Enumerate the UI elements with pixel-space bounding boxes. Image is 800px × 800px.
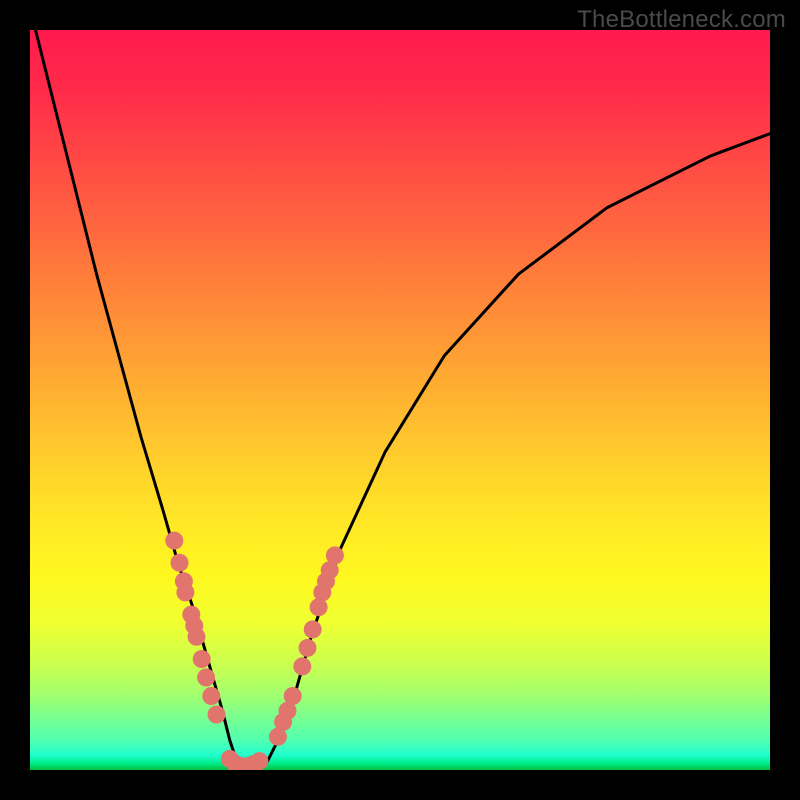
gpu-marker-group	[165, 532, 344, 770]
gpu-marker	[293, 657, 311, 675]
watermark-text: TheBottleneck.com	[577, 6, 786, 34]
gpu-marker	[326, 546, 344, 564]
chart-svg	[30, 30, 770, 770]
gpu-marker	[165, 532, 183, 550]
chart-frame: TheBottleneck.com	[0, 0, 800, 800]
gpu-marker	[188, 628, 206, 646]
plot-area	[30, 30, 770, 770]
gpu-marker	[197, 669, 215, 687]
gpu-marker	[284, 687, 302, 705]
bottleneck-curve-path	[30, 30, 770, 770]
bottleneck-curve	[30, 30, 770, 770]
gpu-marker	[193, 650, 211, 668]
gpu-marker	[304, 620, 322, 638]
gpu-marker	[171, 554, 189, 572]
gpu-marker	[299, 639, 317, 657]
gpu-marker	[250, 752, 268, 770]
gpu-marker	[208, 706, 226, 724]
gpu-marker	[176, 583, 194, 601]
gpu-marker	[202, 687, 220, 705]
